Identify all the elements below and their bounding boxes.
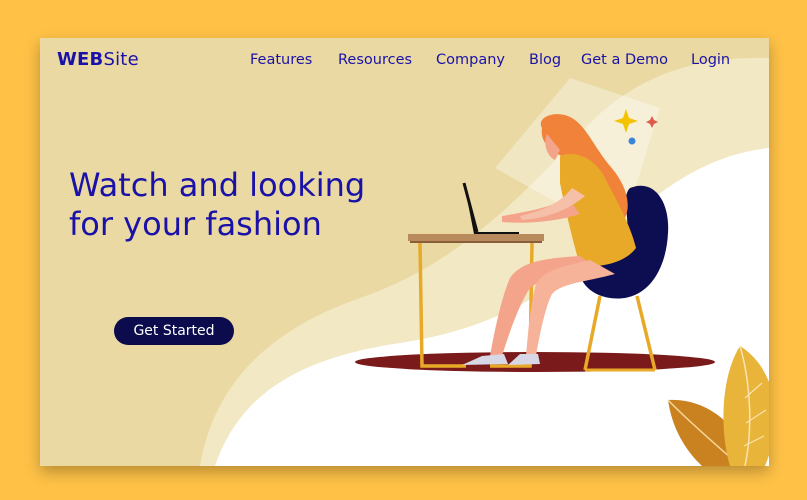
hero-illustration (355, 109, 769, 466)
laptop (462, 182, 519, 234)
sparkle-icon (614, 109, 658, 145)
landing-page: WEBSite Features Resources Company Blog … (40, 38, 769, 466)
desk (408, 234, 544, 368)
